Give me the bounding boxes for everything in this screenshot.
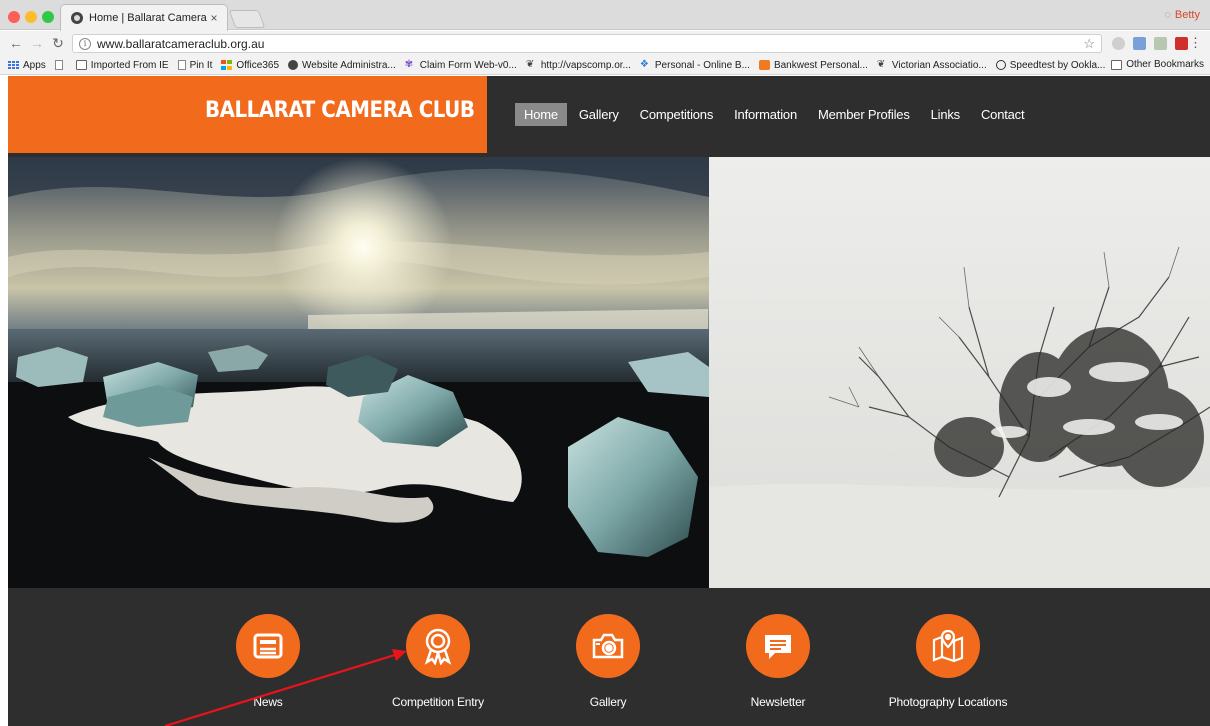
bookmark-label: Victorian Associatio... xyxy=(891,59,987,71)
quick-link-gallery[interactable]: Gallery xyxy=(533,614,683,709)
quick-link-competition-entry[interactable]: Competition Entry xyxy=(363,614,513,709)
quick-link-news[interactable]: News xyxy=(193,614,343,709)
nav-contact[interactable]: Contact xyxy=(972,103,1033,126)
bankwest-icon xyxy=(758,60,770,70)
hero-slideshow xyxy=(8,157,1210,588)
back-arrow-icon[interactable]: ← xyxy=(8,35,24,51)
club-icon xyxy=(288,60,299,70)
other-bookmarks[interactable]: Other Bookmarks xyxy=(1111,59,1204,70)
tab-title: Home | Ballarat Camera Club xyxy=(89,12,207,24)
tab-close-icon[interactable]: × xyxy=(207,11,221,25)
extension-shield-icon[interactable] xyxy=(1154,37,1167,50)
award-ribbon-icon[interactable] xyxy=(406,614,470,678)
chat-bubble-icon[interactable] xyxy=(746,614,810,678)
vaps-icon: ❦ xyxy=(525,59,535,70)
bookmark-website-admin[interactable]: Website Administra... xyxy=(288,60,396,71)
profile-icon: ◌ xyxy=(1164,9,1171,21)
quick-link-newsletter[interactable]: Newsletter xyxy=(703,614,853,709)
bookmark-label: Claim Form Web-v0... xyxy=(419,59,517,71)
nav-gallery[interactable]: Gallery xyxy=(570,103,628,126)
address-bar[interactable]: i www.ballaratcameraclub.org.au ☆ xyxy=(72,34,1102,53)
browser-titlebar: Home | Ballarat Camera Club × ◌ Betty xyxy=(0,0,1210,31)
apps-grid-icon xyxy=(8,61,19,69)
logo-block[interactable]: BALLARAT CAMERA CLUB xyxy=(8,76,487,153)
quick-link-label[interactable]: Competition Entry xyxy=(363,695,513,709)
hero-photo-ice-beach xyxy=(8,157,709,588)
quick-link-label[interactable]: News xyxy=(193,695,343,709)
browser-toolbar: ← → ↻ i www.ballaratcameraclub.org.au ☆ … xyxy=(0,31,1210,56)
nav-member-profiles[interactable]: Member Profiles xyxy=(809,103,919,126)
nav-information[interactable]: Information xyxy=(725,103,806,126)
bookmark-label: Bankwest Personal... xyxy=(773,59,868,71)
url-text: www.ballaratcameraclub.org.au xyxy=(97,36,265,51)
bookmark-office365[interactable]: Office365 xyxy=(221,60,279,71)
site-header: BALLARAT CAMERA CLUB Home Gallery Compet… xyxy=(8,76,1210,153)
website: BALLARAT CAMERA CLUB Home Gallery Compet… xyxy=(8,76,1210,726)
map-pin-icon[interactable] xyxy=(916,614,980,678)
info-icon[interactable]: i xyxy=(79,37,91,50)
browser-tab[interactable]: Home | Ballarat Camera Club × xyxy=(60,4,228,31)
vaps-icon: ❦ xyxy=(876,59,886,70)
bank-icon: ❖ xyxy=(639,59,649,70)
quick-link-label[interactable]: Newsletter xyxy=(703,695,853,709)
profile-button[interactable]: ◌ Betty xyxy=(1164,9,1200,21)
bookmark-star-icon[interactable]: ☆ xyxy=(1083,36,1095,52)
bookmark-apps[interactable]: Apps xyxy=(8,60,46,71)
forward-arrow-icon[interactable]: → xyxy=(29,35,45,51)
bookmark-pin-it[interactable]: Pin It xyxy=(177,59,213,71)
bookmark-speedtest[interactable]: Speedtest by Ookla... xyxy=(995,59,1106,71)
quick-link-label[interactable]: Gallery xyxy=(533,695,683,709)
office365-icon xyxy=(221,60,233,70)
maximize-window-button[interactable] xyxy=(42,11,54,23)
browser-menu-icon[interactable]: ⋮ xyxy=(1189,35,1202,51)
extension-red-icon[interactable] xyxy=(1175,37,1188,50)
quick-link-photography-locations[interactable]: Photography Locations xyxy=(873,614,1023,709)
close-window-button[interactable] xyxy=(8,11,20,23)
hero-photo-snow-tree xyxy=(709,157,1210,588)
bookmark-label: Pin It xyxy=(189,59,213,71)
nav-links[interactable]: Links xyxy=(922,103,969,126)
reload-icon[interactable]: ↻ xyxy=(50,35,66,51)
nav-home[interactable]: Home xyxy=(515,103,567,126)
bookmark-vapscomp[interactable]: ❦ http://vapscomp.or... xyxy=(526,60,631,71)
site-favicon-icon xyxy=(71,12,83,24)
bookmark-label: Website Administra... xyxy=(302,59,396,71)
other-bookmarks-label: Other Bookmarks xyxy=(1126,59,1204,70)
folder-icon xyxy=(75,60,87,70)
page-icon xyxy=(54,60,63,70)
profile-name: Betty xyxy=(1174,9,1200,21)
bookmark-label: http://vapscomp.or... xyxy=(540,59,631,71)
bookmark-label: Apps xyxy=(23,59,46,71)
bookmark-label: Speedtest by Ookla... xyxy=(1009,59,1106,71)
bookmark-blank[interactable] xyxy=(54,60,67,70)
bookmark-personal-online[interactable]: ❖ Personal - Online B... xyxy=(640,60,750,71)
minimize-window-button[interactable] xyxy=(25,11,37,23)
bookmark-label: Office365 xyxy=(236,59,280,71)
bookmark-label: Personal - Online B... xyxy=(654,59,750,71)
folder-icon xyxy=(1111,59,1123,70)
main-nav: Home Gallery Competitions Information Me… xyxy=(515,103,1036,126)
quick-link-label[interactable]: Photography Locations xyxy=(873,695,1023,709)
extension-cloud-icon[interactable] xyxy=(1112,37,1125,50)
newspaper-icon[interactable] xyxy=(236,614,300,678)
speedtest-icon xyxy=(995,60,1006,70)
quick-links: News Competition Entry Gallery Newslette… xyxy=(8,588,1210,726)
bookmark-label: Imported From IE xyxy=(90,59,169,71)
nav-competitions[interactable]: Competitions xyxy=(631,103,722,126)
bookmark-imported-from-ie[interactable]: Imported From IE xyxy=(75,59,169,71)
camera-icon[interactable] xyxy=(576,614,640,678)
bookmark-victorian-association[interactable]: ❦ Victorian Associatio... xyxy=(877,60,987,71)
bookmarks-bar: Apps Imported From IE Pin It Office365 W… xyxy=(0,56,1210,75)
bookmark-claim-form[interactable]: ✾ Claim Form Web-v0... xyxy=(405,60,517,71)
site-logo[interactable]: BALLARAT CAMERA CLUB xyxy=(205,98,475,123)
page-icon xyxy=(177,60,186,70)
extension-photo-icon[interactable] xyxy=(1133,37,1146,50)
tree-icon: ✾ xyxy=(404,59,414,70)
new-tab-button[interactable] xyxy=(228,10,266,28)
bookmark-bankwest[interactable]: Bankwest Personal... xyxy=(758,59,868,71)
